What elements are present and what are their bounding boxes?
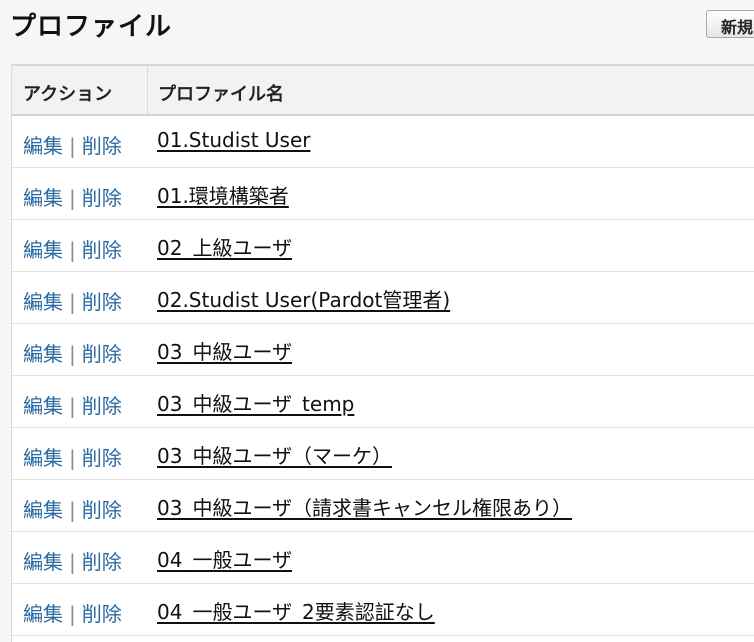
edit-link[interactable]: 編集	[23, 134, 63, 158]
table-row: 編集 | 削除 01.環境構築者	[12, 168, 754, 220]
table-row: 編集 | 削除 03_中級ユーザ（請求書キャンセル権限あり）	[12, 480, 754, 532]
profile-name-link[interactable]: 02_上級ユーザ	[157, 232, 292, 261]
delete-link[interactable]: 削除	[82, 550, 122, 574]
row-actions: 編集 | 削除	[23, 494, 122, 523]
edit-link[interactable]: 編集	[23, 446, 63, 470]
table-body: 編集 | 削除 01.Studist User 編集 | 削除 01.環境構築者 編集 | 削除 02…	[12, 116, 754, 636]
new-profile-button[interactable]: 新規	[706, 10, 754, 38]
delete-link[interactable]: 削除	[82, 238, 122, 262]
row-actions: 編集 | 削除	[23, 130, 122, 159]
action-separator: |	[69, 134, 76, 158]
delete-link[interactable]: 削除	[82, 446, 122, 470]
profile-name-link[interactable]: 01.Studist User	[157, 128, 310, 152]
edit-link[interactable]: 編集	[23, 602, 63, 626]
edit-link[interactable]: 編集	[23, 238, 63, 262]
action-separator: |	[69, 602, 76, 626]
table-row: 編集 | 削除 04_一般ユーザ	[12, 532, 754, 584]
action-separator: |	[69, 238, 76, 262]
profile-page: プロファイル 新規 アクション プロファイル名 編集 | 削除 01.Studist …	[0, 0, 754, 642]
row-actions: 編集 | 削除	[23, 442, 122, 471]
row-actions: 編集 | 削除	[23, 546, 122, 575]
edit-link[interactable]: 編集	[23, 290, 63, 314]
column-header-profile-name[interactable]: プロファイル名	[158, 80, 284, 106]
row-actions: 編集 | 削除	[23, 598, 122, 627]
delete-link[interactable]: 削除	[82, 290, 122, 314]
delete-link[interactable]: 削除	[82, 186, 122, 210]
edit-link[interactable]: 編集	[23, 550, 63, 574]
profile-name-link[interactable]: 04_一般ユーザ_2要素認証なし	[157, 596, 435, 625]
action-separator: |	[69, 498, 76, 522]
action-separator: |	[69, 186, 76, 210]
profile-name-link[interactable]: 04_一般ユーザ	[157, 544, 292, 573]
column-divider	[147, 66, 148, 114]
edit-link[interactable]: 編集	[23, 394, 63, 418]
table-row: 編集 | 削除 01.Studist User	[12, 116, 754, 168]
row-actions: 編集 | 削除	[23, 286, 122, 315]
page-title: プロファイル	[10, 12, 173, 42]
column-header-action: アクション	[23, 84, 113, 105]
table-row: 編集 | 削除 04_一般ユーザ_2要素認証なし	[12, 584, 754, 636]
edit-link[interactable]: 編集	[23, 342, 63, 366]
action-separator: |	[69, 290, 76, 314]
action-separator: |	[69, 394, 76, 418]
profile-name-link[interactable]: 03_中級ユーザ（請求書キャンセル権限あり）	[157, 492, 572, 521]
row-actions: 編集 | 削除	[23, 338, 122, 367]
table-row: 編集 | 削除 02_上級ユーザ	[12, 220, 754, 272]
profile-list-table: アクション プロファイル名 編集 | 削除 01.Studist User 編集 | 削除 0…	[11, 64, 754, 642]
table-row: 編集 | 削除 02.Studist User(Pardot管理者)	[12, 272, 754, 324]
delete-link[interactable]: 削除	[82, 394, 122, 418]
row-actions: 編集 | 削除	[23, 182, 122, 211]
action-separator: |	[69, 342, 76, 366]
edit-link[interactable]: 編集	[23, 186, 63, 210]
row-actions: 編集 | 削除	[23, 390, 122, 419]
action-separator: |	[69, 446, 76, 470]
action-separator: |	[69, 550, 76, 574]
table-row: 編集 | 削除 03_中級ユーザ	[12, 324, 754, 376]
edit-link[interactable]: 編集	[23, 498, 63, 522]
profile-name-link[interactable]: 03_中級ユーザ（マーケ）	[157, 440, 392, 469]
profile-name-link[interactable]: 01.環境構築者	[157, 180, 289, 209]
delete-link[interactable]: 削除	[82, 134, 122, 158]
table-header: アクション プロファイル名	[12, 66, 754, 116]
profile-name-link[interactable]: 03_中級ユーザ	[157, 336, 292, 365]
delete-link[interactable]: 削除	[82, 342, 122, 366]
profile-name-link[interactable]: 02.Studist User(Pardot管理者)	[157, 284, 450, 313]
table-row: 編集 | 削除 03_中級ユーザ_temp	[12, 376, 754, 428]
profile-name-link[interactable]: 03_中級ユーザ_temp	[157, 388, 354, 417]
delete-link[interactable]: 削除	[82, 602, 122, 626]
row-actions: 編集 | 削除	[23, 234, 122, 263]
table-row: 編集 | 削除 03_中級ユーザ（マーケ）	[12, 428, 754, 480]
delete-link[interactable]: 削除	[82, 498, 122, 522]
